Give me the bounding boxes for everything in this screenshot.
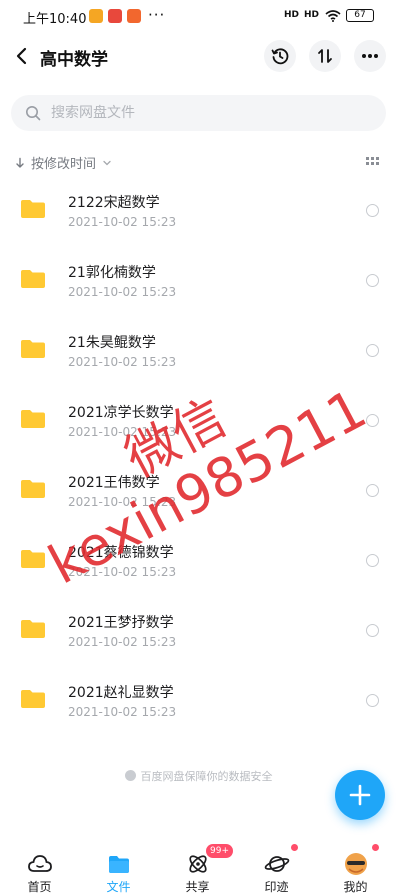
folder-icon	[21, 690, 45, 708]
cloud-home-icon	[28, 855, 52, 872]
add-button[interactable]	[335, 770, 385, 820]
folder-tab-icon	[109, 856, 129, 873]
status-bar: 上午10:40 ··· HD HD 67	[0, 0, 397, 34]
search-input[interactable]	[51, 95, 371, 131]
file-list: 2122宋超数学 2021-10-02 15:23 21郭化楠数学 2021-1…	[0, 179, 397, 739]
history-button[interactable]	[264, 40, 296, 72]
folder-icon	[21, 200, 45, 218]
folder-icon	[21, 410, 45, 428]
battery-indicator: 67	[346, 9, 374, 22]
file-name: 2021王伟数学	[68, 475, 160, 491]
list-item[interactable]: 2021王伟数学 2021-10-02 15:23	[0, 459, 397, 529]
select-radio[interactable]	[366, 554, 379, 567]
select-radio[interactable]	[366, 414, 379, 427]
select-radio[interactable]	[366, 344, 379, 357]
nav-item-home[interactable]: 首页	[0, 840, 79, 896]
file-name: 2021王梦抒数学	[68, 615, 174, 631]
planet-icon	[264, 856, 290, 872]
file-date: 2021-10-02 15:23	[68, 705, 177, 719]
signal-icon: HD	[284, 10, 300, 20]
page-title: 高中数学	[40, 50, 108, 70]
top-app-bar: 高中数学	[0, 34, 397, 80]
folder-icon	[21, 620, 45, 638]
list-item[interactable]: 21郭化楠数学 2021-10-02 15:23	[0, 249, 397, 319]
file-name: 21郭化楠数学	[68, 265, 156, 281]
list-item[interactable]: 2021赵礼显数学 2021-10-02 15:23	[0, 669, 397, 739]
grid-view-icon[interactable]	[366, 157, 379, 166]
file-date: 2021-10-02 15:23	[68, 355, 177, 369]
avatar	[345, 853, 367, 875]
clock-history-icon	[271, 48, 289, 65]
sort-label: 按修改时间	[31, 157, 97, 172]
select-radio[interactable]	[366, 694, 379, 707]
folder-icon	[21, 480, 45, 498]
sort-toggle-button[interactable]	[309, 40, 341, 72]
sort-arrows-icon	[318, 49, 332, 63]
list-item[interactable]: 2021凉学长数学 2021-10-02 15:23	[0, 389, 397, 459]
shield-icon	[124, 770, 136, 781]
nav-item-me[interactable]: 我的	[316, 840, 395, 896]
more-notifications-icon: ···	[148, 6, 166, 24]
wifi-icon	[325, 10, 341, 22]
share-count-badge: 99+	[206, 844, 233, 858]
plus-icon	[349, 784, 371, 806]
file-name: 21朱昊鲲数学	[68, 335, 156, 351]
file-name: 2021赵礼显数学	[68, 685, 174, 701]
file-date: 2021-10-02 15:23	[68, 215, 177, 229]
more-dots-icon	[362, 54, 378, 58]
security-text: 百度网盘保障你的数据安全	[140, 770, 273, 783]
status-time: 上午10:40	[23, 12, 87, 27]
nav-label: 印迹	[264, 880, 289, 894]
file-name: 2122宋超数学	[68, 195, 160, 211]
nav-label: 我的	[343, 880, 368, 894]
file-date: 2021-10-02 15:23	[68, 425, 177, 439]
select-radio[interactable]	[366, 204, 379, 217]
file-date: 2021-10-02 15:23	[68, 495, 177, 509]
search-icon	[26, 106, 41, 121]
down-arrow-icon	[16, 157, 24, 168]
select-radio[interactable]	[366, 274, 379, 287]
nav-label: 共享	[185, 880, 210, 894]
list-item[interactable]: 2021王梦抒数学 2021-10-02 15:23	[0, 599, 397, 669]
bottom-nav: 首页 文件 共享 印迹 我的 99+	[0, 840, 397, 896]
file-date: 2021-10-02 15:23	[68, 285, 177, 299]
app-notification-icon	[127, 9, 141, 23]
nav-label: 文件	[106, 880, 131, 894]
sort-dropdown[interactable]: 按修改时间	[14, 153, 112, 172]
search-bar[interactable]	[11, 95, 386, 131]
folder-icon	[21, 270, 45, 288]
trace-notification-dot	[291, 844, 298, 851]
app-notification-icon	[108, 9, 122, 23]
list-item[interactable]: 2021蔡德锦数学 2021-10-02 15:23	[0, 529, 397, 599]
list-item[interactable]: 21朱昊鲲数学 2021-10-02 15:23	[0, 319, 397, 389]
back-arrow-icon[interactable]	[10, 44, 34, 68]
select-radio[interactable]	[366, 484, 379, 497]
file-name: 2021凉学长数学	[68, 405, 174, 421]
app-notification-icon	[89, 9, 103, 23]
sort-bar: 按修改时间	[0, 148, 397, 176]
signal-icon: HD	[304, 10, 320, 20]
me-notification-dot	[372, 844, 379, 851]
folder-icon	[21, 340, 45, 358]
list-item[interactable]: 2122宋超数学 2021-10-02 15:23	[0, 179, 397, 249]
file-name: 2021蔡德锦数学	[68, 545, 174, 561]
nav-label: 首页	[27, 880, 52, 894]
chevron-down-icon	[103, 160, 111, 165]
more-options-button[interactable]	[354, 40, 386, 72]
folder-icon	[21, 550, 45, 568]
select-radio[interactable]	[366, 624, 379, 637]
nav-item-files[interactable]: 文件	[79, 840, 158, 896]
file-date: 2021-10-02 15:23	[68, 565, 177, 579]
nav-item-trace[interactable]: 印迹	[237, 840, 316, 896]
file-date: 2021-10-02 15:23	[68, 635, 177, 649]
